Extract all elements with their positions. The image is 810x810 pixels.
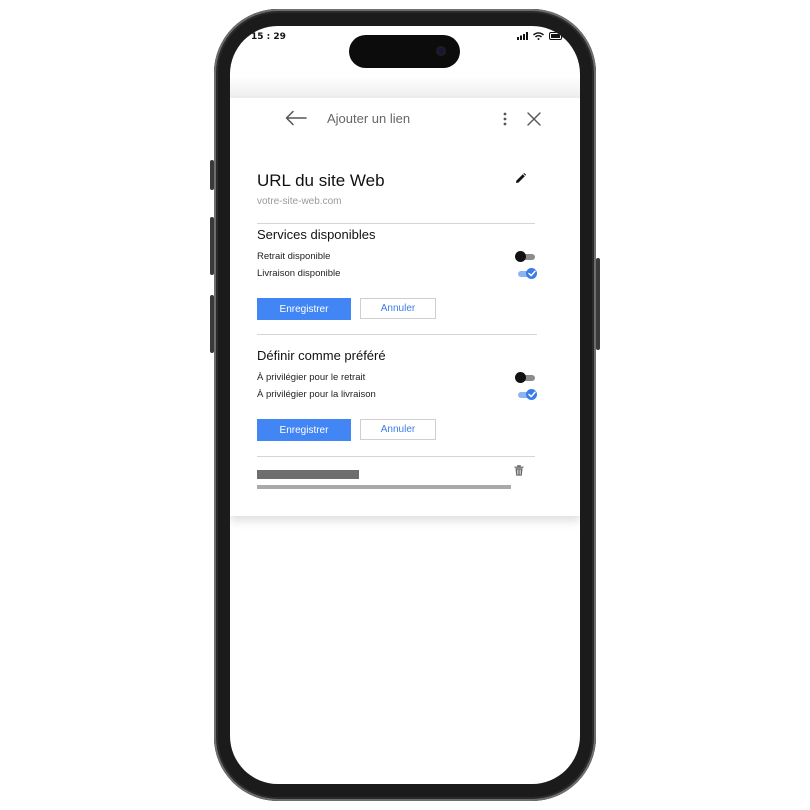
- dialog-header: Ajouter un lien: [230, 98, 580, 142]
- placeholder-line-bar: [257, 485, 511, 489]
- dynamic-island: [349, 35, 460, 68]
- option-prefer-delivery: À privilégier pour la livraison: [257, 386, 537, 403]
- url-section: URL du site Web votre-site-web.com: [257, 171, 537, 207]
- option-label: À privilégier pour le retrait: [257, 372, 366, 383]
- option-pickup-available: Retrait disponible: [257, 248, 537, 265]
- services-section: Services disponibles Retrait disponible …: [257, 227, 537, 282]
- cancel-button[interactable]: Annuler: [360, 419, 436, 440]
- url-input[interactable]: votre-site-web.com: [257, 196, 537, 207]
- divider: [257, 334, 537, 335]
- prefer-pickup-toggle[interactable]: [515, 372, 537, 383]
- url-heading: URL du site Web: [257, 171, 385, 190]
- cellular-signal-icon: [517, 32, 528, 40]
- prefer-delivery-toggle[interactable]: [515, 389, 537, 400]
- services-heading: Services disponibles: [257, 227, 376, 242]
- checkmark-icon: [527, 270, 536, 277]
- services-actions: Enregistrer Annuler: [257, 298, 436, 320]
- pickup-available-toggle[interactable]: [515, 251, 537, 262]
- add-link-dialog: Ajouter un lien URL du site Web votre-si…: [230, 98, 580, 516]
- sheet-backdrop: [230, 76, 580, 98]
- close-icon[interactable]: [527, 112, 541, 126]
- option-delivery-available: Livraison disponible: [257, 265, 537, 282]
- checkmark-icon: [527, 391, 536, 398]
- wifi-icon: [533, 32, 544, 40]
- vertical-dots-icon[interactable]: [503, 112, 507, 126]
- save-button[interactable]: Enregistrer: [257, 419, 351, 441]
- status-time: 15 : 29: [251, 32, 286, 42]
- preferred-heading: Définir comme préféré: [257, 348, 386, 363]
- phone-screen: 15 : 29 Ajouter un lien URL du site Web …: [230, 26, 580, 784]
- pencil-icon[interactable]: [515, 173, 526, 184]
- save-button[interactable]: Enregistrer: [257, 298, 351, 320]
- dialog-title: Ajouter un lien: [327, 111, 411, 126]
- option-prefer-pickup: À privilégier pour le retrait: [257, 369, 537, 386]
- option-label: À privilégier pour la livraison: [257, 389, 376, 400]
- divider: [257, 456, 535, 457]
- divider: [257, 223, 535, 224]
- arrow-left-icon[interactable]: [285, 110, 307, 126]
- power-button: [596, 258, 600, 350]
- delivery-available-toggle[interactable]: [515, 268, 537, 279]
- status-icons: [517, 32, 564, 40]
- option-label: Livraison disponible: [257, 268, 341, 279]
- battery-icon: [549, 32, 564, 40]
- front-camera-icon: [436, 46, 446, 56]
- placeholder-title-bar: [257, 470, 359, 479]
- preferred-actions: Enregistrer Annuler: [257, 419, 436, 441]
- trash-icon[interactable]: [514, 465, 524, 476]
- option-label: Retrait disponible: [257, 251, 331, 262]
- cancel-button[interactable]: Annuler: [360, 298, 436, 319]
- phone-frame: 15 : 29 Ajouter un lien URL du site Web …: [214, 9, 596, 801]
- preferred-section: Définir comme préféré À privilégier pour…: [257, 348, 537, 403]
